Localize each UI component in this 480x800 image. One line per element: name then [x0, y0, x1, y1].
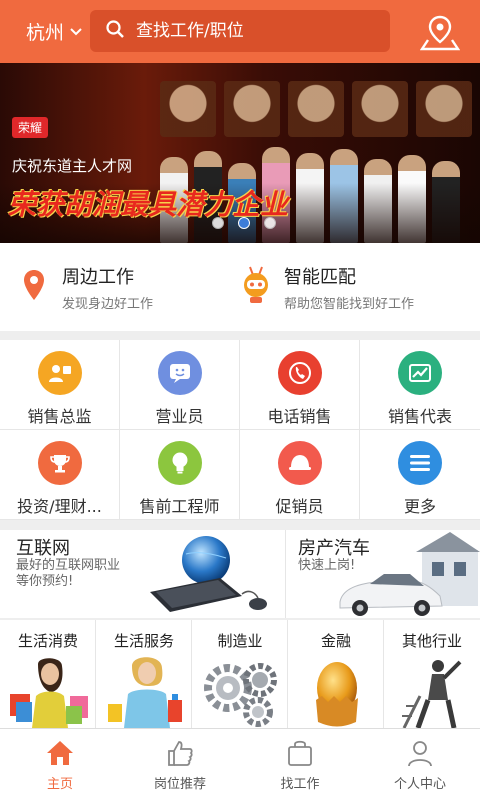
director-icon: [37, 351, 82, 395]
carousel-dots: [212, 217, 276, 229]
industry-services[interactable]: 生活服务: [96, 620, 192, 728]
category-presales-engineer[interactable]: 售前工程师: [120, 430, 240, 520]
trend-chart-icon: [398, 351, 442, 395]
industry-label: 生活服务: [113, 632, 174, 650]
robot-icon: [238, 266, 274, 303]
category-sales-rep[interactable]: 销售代表: [360, 340, 480, 430]
industry-internet[interactable]: 互联网 最好的互联网职业 等你预约!: [0, 530, 286, 618]
category-promoter[interactable]: 促销员: [240, 430, 360, 520]
category-label: 营业员: [155, 407, 204, 426]
industry-manufacturing[interactable]: 制造业: [192, 620, 288, 728]
category-sales-director[interactable]: 销售总监: [0, 340, 120, 430]
search-box[interactable]: [90, 10, 390, 52]
bottom-tab-bar: 主页 岗位推荐 找工作 个人中心: [0, 728, 480, 800]
golden-egg-icon: [316, 662, 358, 727]
top-bar: 杭州: [0, 0, 480, 63]
tab-label: 主页: [46, 777, 73, 792]
industry-label: 制造业: [217, 632, 263, 650]
cap-icon: [277, 441, 322, 485]
city-name: 杭州: [26, 22, 65, 44]
phone-icon: [277, 351, 322, 395]
category-label: 投资/理财...: [17, 497, 102, 516]
city-selector[interactable]: 杭州: [26, 0, 82, 63]
industry-realestate-auto[interactable]: 房产汽车 快速上岗!: [286, 530, 480, 618]
bulb-icon: [157, 441, 202, 485]
category-label: 销售总监: [27, 407, 92, 426]
feature-title: 智能匹配: [284, 267, 356, 288]
trophy-icon: [37, 441, 82, 485]
thumbs-up-icon: [168, 741, 193, 766]
nearby-jobs-entry[interactable]: 周边工作 发现身边好工作: [16, 267, 153, 312]
search-input[interactable]: [136, 21, 366, 41]
category-label: 电话销售: [267, 407, 332, 426]
tab-label: 个人中心: [393, 777, 446, 792]
carousel-dot-2[interactable]: [238, 217, 250, 229]
search-icon: [106, 20, 124, 42]
feature-desc: 发现身边好工作: [62, 297, 154, 312]
map-pin-icon: [16, 267, 52, 303]
industry-other[interactable]: 其他行业: [384, 620, 480, 728]
banner-photo-screens: [160, 81, 472, 137]
smart-match-entry[interactable]: 智能匹配 帮助您智能找到好工作: [238, 266, 415, 312]
industry-grid-row: 生活消费 生活服务 制造业 金融 其他行业: [0, 620, 480, 728]
shopping-woman-icon: [10, 658, 88, 728]
tab-profile[interactable]: 个人中心: [360, 729, 480, 800]
industry-consumer[interactable]: 生活消费: [0, 620, 96, 728]
category-label: 更多: [403, 497, 436, 516]
category-label: 销售代表: [387, 407, 452, 426]
globe-keyboard-icon: [150, 536, 267, 612]
industry-label: 其他行业: [401, 632, 462, 650]
chat-face-icon: [157, 351, 202, 395]
carousel-dot-3[interactable]: [264, 217, 276, 229]
industry-label: 金融: [320, 632, 351, 650]
tab-home[interactable]: 主页: [0, 729, 120, 800]
category-label: 促销员: [275, 497, 324, 516]
carousel-dot-1[interactable]: [212, 217, 224, 229]
feature-desc: 帮助您智能找到好工作: [284, 297, 415, 312]
feature-row: 周边工作 发现身边好工作 智能匹配 帮助您智能找到好工作: [0, 243, 480, 331]
honor-badge: 荣耀: [12, 117, 49, 138]
category-investment[interactable]: 投资/理财...: [0, 430, 120, 520]
job-category-grid: 销售总监 营业员 电话销售 销售代表 投资/理财... 售前工程师 促销员 更多: [0, 340, 480, 520]
home-icon: [47, 741, 73, 765]
statue-icon: [402, 660, 462, 728]
app-root: 杭州 查找工作/职位 荣耀 庆祝东道主人才网 荣获胡润最具潜力企业 周边工作 发…: [0, 0, 480, 800]
chevron-down-icon: [70, 25, 82, 39]
category-salesclerk[interactable]: 营业员: [120, 340, 240, 430]
industry-label: 生活消费: [17, 632, 78, 650]
person-icon: [408, 741, 432, 767]
tab-label: 找工作: [280, 777, 320, 792]
menu-icon: [398, 441, 442, 485]
tab-find-job[interactable]: 找工作: [240, 729, 360, 800]
cleaning-woman-icon: [108, 657, 182, 728]
category-label: 售前工程师: [139, 497, 220, 516]
category-telesales[interactable]: 电话销售: [240, 340, 360, 430]
gears-icon: [204, 663, 277, 727]
industry-title: 互联网: [16, 538, 70, 559]
industry-desc: 最好的互联网职业 等你预约!: [16, 558, 121, 589]
banner-subtitle: 庆祝东道主人才网: [12, 157, 133, 175]
bag-icon: [288, 740, 312, 766]
house-car-icon: [339, 532, 480, 616]
industry-featured-row: 互联网 最好的互联网职业 等你预约! 房产汽车 快速上岗!: [0, 530, 480, 618]
industry-finance[interactable]: 金融: [288, 620, 384, 728]
tab-recommend[interactable]: 岗位推荐: [120, 729, 240, 800]
tab-label: 岗位推荐: [153, 777, 206, 792]
category-more[interactable]: 更多: [360, 430, 480, 520]
promo-banner[interactable]: 荣耀 庆祝东道主人才网 荣获胡润最具潜力企业: [0, 63, 480, 243]
location-map-icon[interactable]: [419, 14, 461, 52]
feature-title: 周边工作: [62, 267, 134, 288]
